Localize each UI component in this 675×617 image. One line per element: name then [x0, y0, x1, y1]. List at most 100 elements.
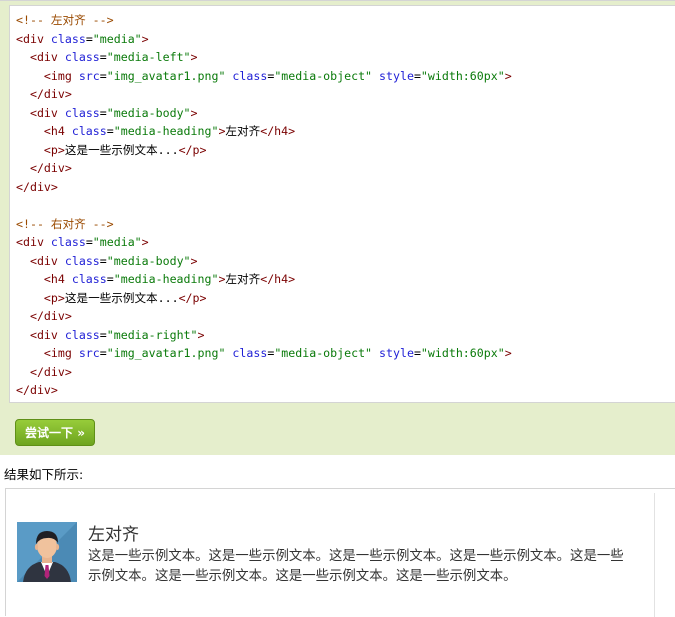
code-token-val: "media" — [92, 235, 142, 249]
code-token-tag: > — [190, 253, 198, 268]
code-token-attr: class — [64, 327, 100, 342]
code-token-tag: </h4> — [260, 124, 296, 138]
code-token-val: "media-heading" — [113, 124, 219, 138]
code-token-val: "media-heading" — [113, 272, 219, 286]
code-token-tag: <p> — [43, 142, 65, 157]
code-token-attr: style — [379, 346, 414, 360]
code-token-tag: <div — [29, 327, 65, 342]
code-token-text: = — [99, 253, 107, 268]
code-token-tag: > — [504, 346, 512, 360]
code-token-tag: <div — [29, 50, 65, 64]
code-token-tag: <h4 — [43, 124, 72, 138]
code-line: <div class="media-body"> — [16, 104, 198, 123]
code-token-tag: </h4> — [260, 272, 296, 286]
code-token-attr: class — [232, 68, 268, 83]
code-line: </div> — [16, 159, 72, 178]
code-line: <div class="media-body"> — [16, 252, 198, 271]
code-token-comment: <!-- 左对齐 --> — [16, 13, 114, 27]
code-token-tag: > — [504, 68, 512, 83]
code-line: <p>这是一些示例文本...</p> — [16, 141, 207, 160]
code-line: <div class="media"> — [16, 30, 149, 49]
media-body-text: 这是一些示例文本。这是一些示例文本。这是一些示例文本。这是一些示例文本。这是一些… — [88, 549, 624, 584]
code-token-tag: </div> — [16, 383, 58, 397]
code-token-tag: <div — [16, 235, 51, 249]
example-panel: <!-- 左对齐 --> <div class="media"> <div cla… — [0, 0, 675, 455]
code-token-tag: <img — [43, 68, 79, 83]
code-line: <!-- 左对齐 --> — [16, 11, 114, 30]
code-token-val: "media-left" — [106, 50, 191, 64]
code-token-tag: > — [197, 327, 205, 342]
code-line: </div> — [16, 363, 72, 382]
code-token-attr: style — [379, 68, 414, 83]
code-token-val: "media-body" — [106, 253, 191, 268]
code-token-text: = — [99, 105, 107, 120]
code-token-text: 左对齐 — [225, 272, 261, 286]
code-token-text: 这是一些示例文本... — [64, 290, 179, 305]
preview-divider — [654, 493, 655, 617]
code-line: <div class="media-left"> — [16, 48, 198, 67]
code-token-tag: <p> — [43, 290, 65, 305]
code-line: <div class="media"> — [16, 233, 149, 252]
code-token-val: "media-right" — [106, 327, 198, 342]
code-token-text: = — [85, 235, 93, 249]
code-token-attr: class — [64, 253, 100, 268]
code-token-comment: <!-- 右对齐 --> — [16, 216, 114, 231]
code-line: <p>这是一些示例文本...</p> — [16, 289, 207, 308]
code-token-val: "media-object" — [274, 68, 373, 83]
code-line: </div> — [16, 178, 58, 197]
code-token-text: = — [99, 327, 107, 342]
avatar-image — [17, 522, 77, 582]
code-token-attr: class — [71, 124, 107, 138]
code-token-tag: <h4 — [43, 272, 72, 286]
code-token-text: 左对齐 — [225, 124, 261, 138]
code-token-tag: <div — [29, 105, 65, 120]
code-token-val: "width:60px" — [420, 68, 505, 83]
code-token-attr: class — [50, 31, 86, 46]
code-line: </div> — [16, 381, 58, 400]
code-token-tag: > — [190, 50, 198, 64]
code-line: <h4 class="media-heading">左对齐</h4> — [16, 122, 295, 141]
code-token-tag: </p> — [178, 290, 207, 305]
try-it-button[interactable]: 尝试一下 » — [15, 419, 95, 446]
code-token-val: "media" — [92, 31, 142, 46]
code-token-val: "img_avatar1.png" — [106, 68, 226, 83]
code-token-text: = — [99, 50, 107, 64]
code-token-attr: src — [78, 346, 100, 360]
code-line: <h4 class="media-heading">左对齐</h4> — [16, 270, 295, 289]
code-line: <img src="img_avatar1.png" class="media-… — [16, 344, 512, 363]
code-token-text: = — [99, 346, 107, 360]
code-token-tag: <div — [16, 31, 51, 46]
code-token-tag: > — [141, 235, 149, 249]
code-line: <div class="media-right"> — [16, 326, 205, 345]
code-token-text: = — [85, 31, 93, 46]
avatar-icon — [17, 522, 77, 582]
code-token-text: = — [106, 272, 114, 286]
code-token-tag: <div — [29, 253, 65, 268]
code-token-text: = — [413, 346, 421, 360]
result-caption: 结果如下所示: — [4, 467, 84, 482]
code-token-tag: </div> — [29, 87, 72, 101]
code-token-val: "media-body" — [106, 105, 191, 120]
code-token-text: = — [413, 68, 421, 83]
code-token-text: 这是一些示例文本... — [64, 142, 179, 157]
code-token-tag: </div> — [29, 364, 72, 379]
code-token-text: = — [106, 124, 114, 138]
code-line: <img src="img_avatar1.png" class="media-… — [16, 67, 512, 86]
code-token-attr: class — [232, 346, 268, 360]
code-token-attr: class — [50, 235, 86, 249]
code-token-val: "img_avatar1.png" — [106, 346, 226, 360]
